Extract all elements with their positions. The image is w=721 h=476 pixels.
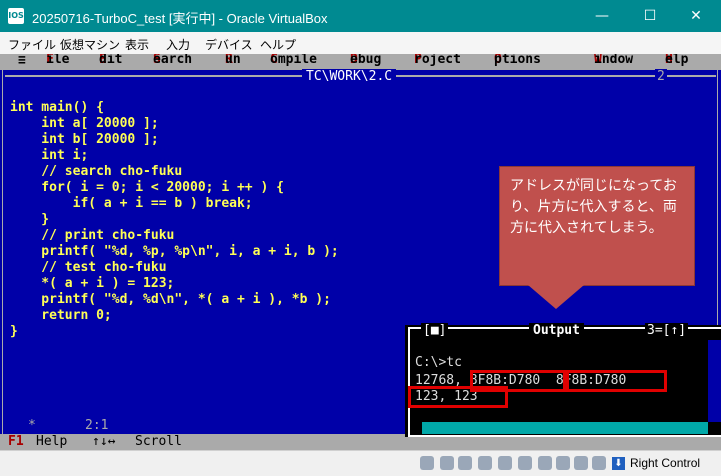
label: elp <box>665 54 689 67</box>
menu-file[interactable]: ファイル <box>8 36 56 53</box>
menu-machine[interactable]: 仮想マシン <box>60 36 120 53</box>
cursor-position: 2:1 <box>82 418 112 433</box>
recording-icon[interactable] <box>556 456 570 470</box>
code-line: if( a + i == b ) break; <box>10 196 253 211</box>
menu-help[interactable]: ヘルプ <box>260 36 296 53</box>
label: ompile <box>270 54 317 67</box>
tc-system-menu[interactable]: ≡ <box>18 54 26 68</box>
usb-icon[interactable] <box>498 456 512 470</box>
annotation-callout: アドレスが同じになっており、片方に代入すると、両方に代入されてしまう。 <box>499 166 695 286</box>
output-title: Output <box>529 323 584 338</box>
scroll-keys: ↑↓↔ <box>92 434 116 449</box>
label: indow <box>594 54 634 67</box>
editor-frame-top: TC\WORK\2.C 2 <box>0 69 721 84</box>
host-key-label: Right Control <box>630 456 701 470</box>
vbox-statusbar: ⬇ Right Control <box>0 450 721 476</box>
audio-icon[interactable] <box>458 456 472 470</box>
maximize-button[interactable]: ☐ <box>627 0 673 32</box>
code-line: int i; <box>10 148 89 163</box>
highlight-box <box>566 370 667 392</box>
code-line: for( i = 0; i < 20000; i ++ ) { <box>10 180 284 195</box>
label: earch <box>153 54 193 67</box>
output-horizontal-scrollbar[interactable] <box>422 422 708 434</box>
code-line: int main() { <box>10 100 104 115</box>
virtualbox-app-icon: IOS <box>8 8 24 24</box>
code-line: int b[ 20000 ]; <box>10 132 159 147</box>
help-label: Help <box>36 434 68 449</box>
output-window-number[interactable]: 3=[↑] <box>645 323 689 338</box>
minimize-button[interactable]: — <box>579 0 625 32</box>
cpu-icon[interactable] <box>574 456 588 470</box>
host-key-arrow-icon: ⬇ <box>612 457 625 470</box>
scroll-label: Scroll <box>135 434 182 449</box>
mouse-integration-icon[interactable] <box>592 456 606 470</box>
network-icon[interactable] <box>478 456 492 470</box>
editor-filename: TC\WORK\2.C <box>302 69 397 84</box>
label: dit <box>99 54 123 67</box>
menu-devices[interactable]: デバイス <box>205 36 253 53</box>
highlight-box <box>408 386 508 408</box>
code-line: } <box>10 212 50 227</box>
code-line: printf( "%d, %d\n", *( a + i ), *b ); <box>10 292 331 307</box>
window-title: 20250716-TurboC_test [実行中] - Oracle Virt… <box>32 11 328 26</box>
window-titlebar: IOS 20250716-TurboC_test [実行中] - Oracle … <box>0 0 721 32</box>
code-line: } <box>10 324 18 339</box>
code-line: return 0; <box>10 308 112 323</box>
shared-folders-icon[interactable] <box>518 456 532 470</box>
output-close-button[interactable]: [■] <box>421 323 449 338</box>
hard-disk-icon[interactable] <box>420 456 434 470</box>
label: ptions <box>494 54 541 67</box>
code-line: *( a + i ) = 123; <box>10 276 175 291</box>
menu-view[interactable]: 表示 <box>125 36 149 53</box>
code-line: // search cho-fuku <box>10 164 183 179</box>
display-icon[interactable] <box>538 456 552 470</box>
output-line: C:\>tc <box>415 355 462 370</box>
label: un <box>225 54 241 67</box>
label: ile <box>46 54 70 67</box>
callout-pointer <box>528 285 584 309</box>
code-line: // test cho-fuku <box>10 260 167 275</box>
code-line: int a[ 20000 ]; <box>10 116 159 131</box>
optical-drive-icon[interactable] <box>440 456 454 470</box>
close-button[interactable]: ✕ <box>673 0 719 32</box>
editor-window-number: 2 <box>655 69 667 84</box>
menu-input[interactable]: 入力 <box>166 36 190 53</box>
f1-key[interactable]: F1 <box>8 434 24 449</box>
code-line: // print cho-fuku <box>10 228 175 243</box>
code-line: printf( "%d, %p, %p\n", i, a + i, b ); <box>10 244 339 259</box>
label: ebug <box>350 54 382 67</box>
code-area[interactable]: int main() { int a[ 20000 ]; int b[ 2000… <box>10 100 339 340</box>
output-vertical-scrollbar[interactable] <box>708 340 721 422</box>
label: roject <box>414 54 461 67</box>
modified-indicator: * <box>28 418 36 433</box>
tc-menubar: ≡ File Edit Search Run Compile Debug Pro… <box>0 54 721 70</box>
vbox-menubar: ファイル 仮想マシン 表示 入力 デバイス ヘルプ <box>0 32 721 54</box>
